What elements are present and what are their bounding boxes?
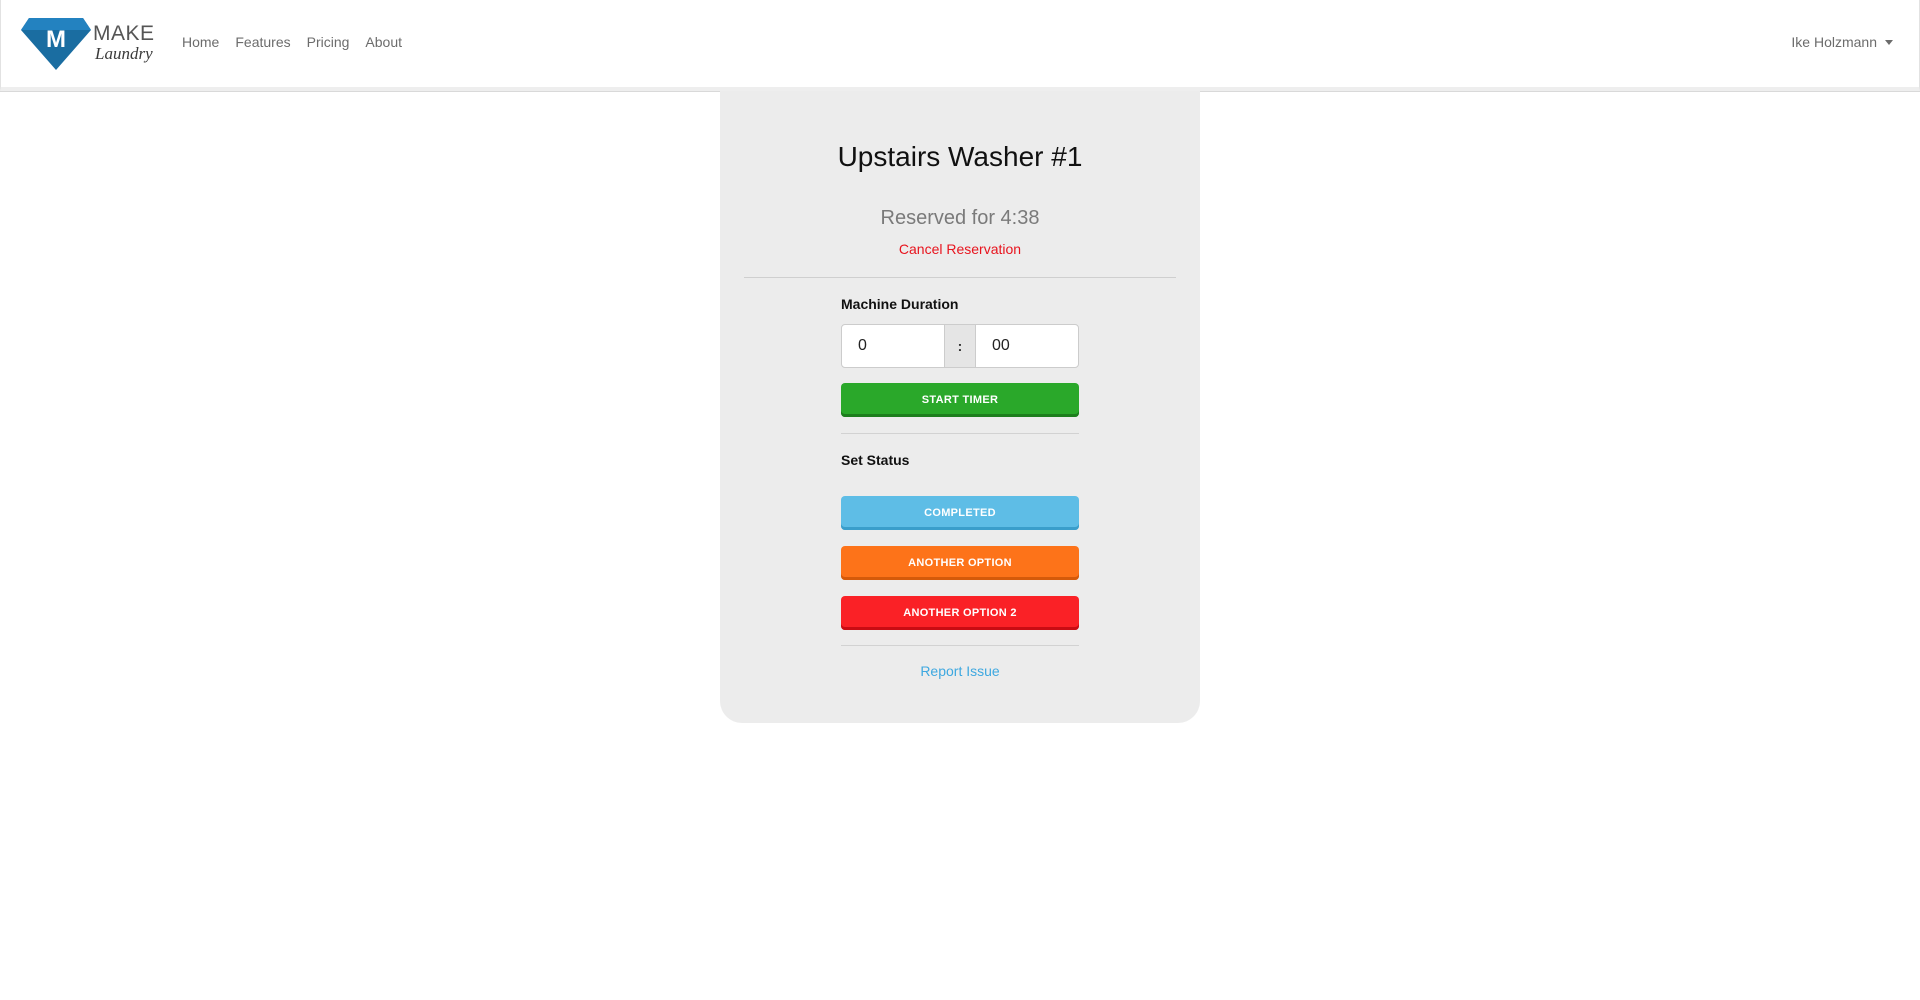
status-another-option-2-button[interactable]: ANOTHER OPTION 2 (841, 596, 1079, 630)
brand-name: MAKE (93, 22, 155, 45)
status-completed-button[interactable]: COMPLETED (841, 496, 1079, 530)
nav-home-link[interactable]: Home (182, 34, 219, 50)
duration-input-group: : (841, 324, 1079, 368)
report-issue-link[interactable]: Report Issue (720, 663, 1200, 679)
chevron-down-icon (1885, 39, 1893, 45)
divider (841, 645, 1079, 646)
duration-separator: : (945, 324, 975, 368)
duration-hours-input[interactable] (841, 324, 945, 368)
set-status-label: Set Status (841, 452, 910, 468)
duration-minutes-input[interactable] (975, 324, 1079, 368)
logo-letter: M (46, 26, 66, 53)
reservation-status: Reserved for 4:38 (880, 207, 1040, 229)
nav-features-link[interactable]: Features (235, 34, 290, 50)
cancel-reservation-link[interactable]: Cancel Reservation (720, 241, 1200, 257)
divider (841, 433, 1079, 434)
nav-about-link[interactable]: About (365, 34, 402, 50)
nav-pricing-link[interactable]: Pricing (307, 34, 350, 50)
status-another-option-button[interactable]: ANOTHER OPTION (841, 546, 1079, 580)
top-navbar: M MAKE Laundry Home Features Pricing Abo… (0, 0, 1920, 91)
start-timer-button[interactable]: START TIMER (841, 383, 1079, 417)
machine-title: Upstairs Washer #1 (837, 141, 1083, 172)
machine-card: Upstairs Washer #1 Reserved for 4:38 Can… (720, 91, 1200, 723)
brand-subtitle: Laundry (95, 44, 153, 63)
divider (744, 277, 1176, 278)
user-menu-dropdown[interactable]: Ike Holzmann (1791, 34, 1893, 50)
make-logo-icon: M (21, 18, 91, 70)
main-nav: Home Features Pricing About (182, 34, 402, 50)
user-name: Ike Holzmann (1791, 34, 1877, 50)
machine-duration-label: Machine Duration (841, 296, 959, 312)
brand-logo-link[interactable]: M MAKE Laundry (21, 16, 156, 74)
